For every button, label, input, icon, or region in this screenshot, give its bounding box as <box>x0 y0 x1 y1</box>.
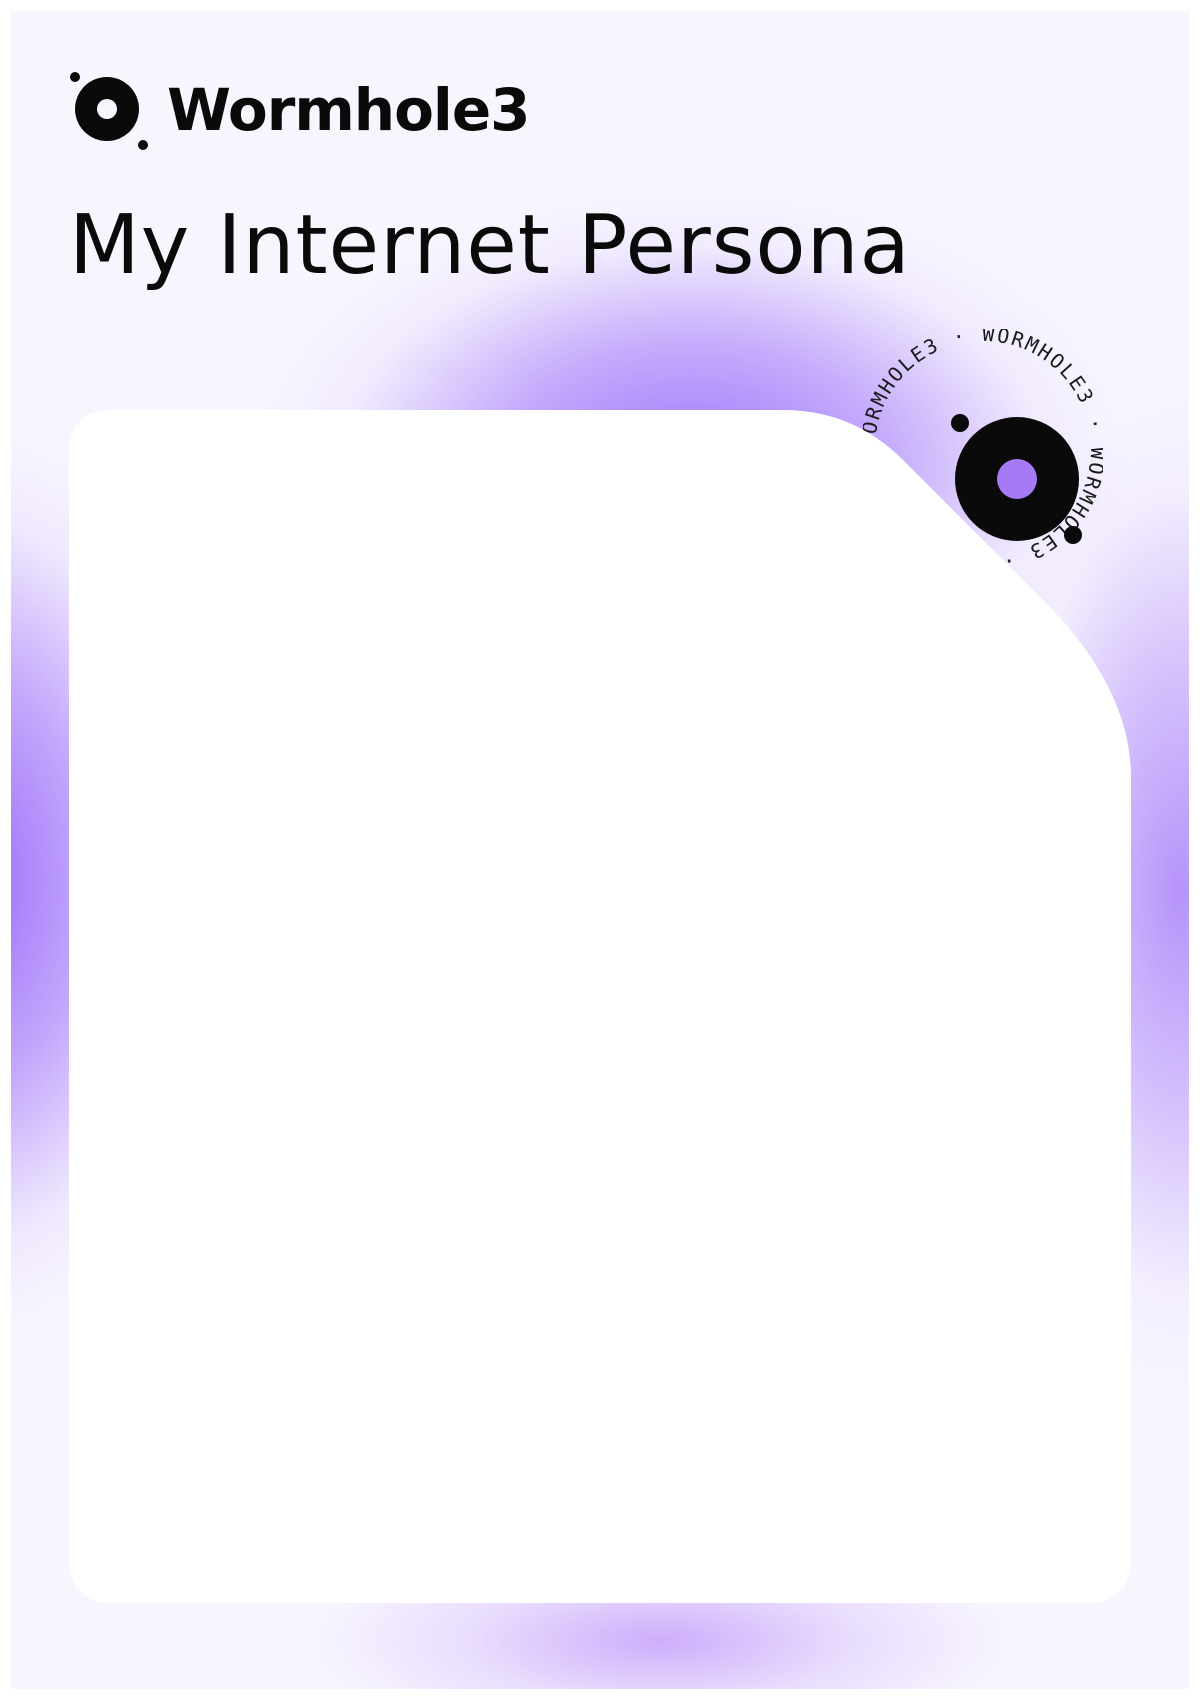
page-title: My Internet Persona <box>69 198 911 293</box>
brand-name: Wormhole3 <box>167 76 531 144</box>
purple-glow-left <box>11 431 231 1331</box>
wormhole-seal: WORMHOLE3 · WORMHOLE3 · WORMHOLE3 · <box>863 329 1103 569</box>
wormhole-logo-icon <box>69 69 151 151</box>
poster: Wormhole3 My Internet Persona WORMHOLE3 … <box>11 11 1189 1689</box>
brand-logo: Wormhole3 <box>69 69 531 151</box>
purple-glow-bottom <box>311 1531 1011 1689</box>
